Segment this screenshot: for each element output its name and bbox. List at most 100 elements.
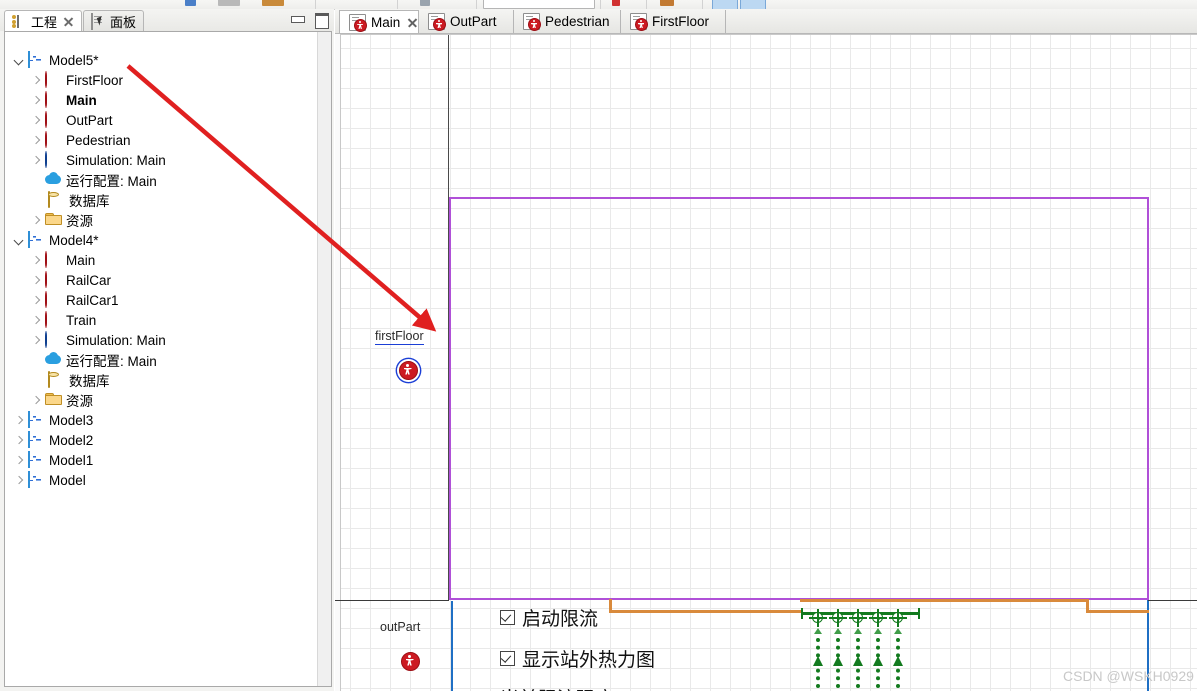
tree-item-[interactable]: 资源 bbox=[30, 210, 93, 230]
close-icon[interactable] bbox=[407, 17, 409, 28]
tree-item-label: FirstFloor bbox=[66, 72, 123, 88]
source-cross-vertical bbox=[897, 609, 899, 627]
tree-item-label: 数据库 bbox=[69, 374, 110, 389]
chevron-right-icon[interactable] bbox=[30, 254, 43, 267]
chevron-right-icon[interactable] bbox=[30, 334, 43, 347]
editor-tab-main[interactable]: Main bbox=[339, 10, 419, 33]
cursor-glyph bbox=[93, 14, 107, 29]
tree-scrollbar[interactable] bbox=[317, 32, 331, 686]
chevron-down-icon[interactable] bbox=[13, 234, 26, 247]
database-icon bbox=[45, 191, 64, 208]
tree-item-outpart[interactable]: OutPart bbox=[30, 110, 113, 130]
canvas-node-label-firstfloor[interactable]: firstFloor bbox=[375, 329, 424, 345]
agent-icon bbox=[45, 131, 61, 148]
agent-icon bbox=[45, 71, 61, 88]
checkbox-row-2[interactable]: 当前限流强度 bbox=[500, 684, 614, 691]
checkbox-row-0[interactable]: 启动限流 bbox=[500, 604, 598, 631]
project-panel-tabbar: 工程 面板 bbox=[0, 9, 334, 32]
tree-item-model5[interactable]: Model5* bbox=[13, 50, 99, 70]
editor-tab-label: Main bbox=[371, 14, 401, 30]
chevron-right-icon[interactable] bbox=[30, 134, 43, 147]
chevron-right-icon[interactable] bbox=[30, 274, 43, 287]
toolbar-icon-run[interactable] bbox=[612, 0, 620, 6]
chevron-right-icon[interactable] bbox=[30, 394, 43, 407]
chevron-right-icon[interactable] bbox=[13, 474, 26, 487]
chevron-right-icon[interactable] bbox=[30, 214, 43, 227]
tree-item-[interactable]: 资源 bbox=[30, 390, 93, 410]
agent-page-icon bbox=[523, 13, 541, 31]
tree-item-railcar[interactable]: RailCar bbox=[30, 270, 111, 290]
tree-item-[interactable]: 数据库 bbox=[30, 190, 110, 210]
tree-item-train[interactable]: Train bbox=[30, 310, 96, 330]
tree-item-model1[interactable]: Model1 bbox=[13, 450, 93, 470]
tree-item-[interactable]: 数据库 bbox=[30, 370, 110, 390]
tree-item-main[interactable]: 运行配置: Main bbox=[30, 170, 157, 190]
tree-item-simulation-main[interactable]: Simulation: Main bbox=[30, 150, 166, 170]
flow-caret-icon bbox=[893, 627, 903, 634]
checkbox-row-1[interactable]: 显示站外热力图 bbox=[500, 645, 655, 672]
tree-item-simulation-main[interactable]: Simulation: Main bbox=[30, 330, 166, 350]
minimize-icon[interactable] bbox=[290, 12, 305, 26]
toolbar-icon-4[interactable] bbox=[420, 0, 430, 6]
chevron-right-icon[interactable] bbox=[30, 114, 43, 127]
tree-item-model4[interactable]: Model4* bbox=[13, 230, 99, 250]
chevron-right-icon[interactable] bbox=[13, 454, 26, 467]
tree-item-main[interactable]: 运行配置: Main bbox=[30, 350, 157, 370]
tree-item-model3[interactable]: Model3 bbox=[13, 410, 93, 430]
toolbar-separator-2 bbox=[397, 0, 398, 9]
model-glyph bbox=[28, 451, 30, 468]
chevron-right-icon[interactable] bbox=[30, 314, 43, 327]
chevron-right-icon[interactable] bbox=[30, 94, 43, 107]
tree-item-model2[interactable]: Model2 bbox=[13, 430, 93, 450]
tree-item-main[interactable]: Main bbox=[30, 250, 95, 270]
toolbar-combo[interactable] bbox=[483, 0, 595, 9]
chevron-down-icon[interactable] bbox=[13, 54, 26, 67]
tree-item-model[interactable]: Model bbox=[13, 470, 86, 490]
canvas-node-icon-outpart[interactable] bbox=[401, 652, 420, 671]
tree-item-label: Model2 bbox=[49, 432, 94, 448]
flow-caret-icon bbox=[833, 627, 843, 634]
panel-tab-project[interactable]: 工程 bbox=[4, 10, 83, 32]
chevron-right-icon[interactable] bbox=[30, 154, 43, 167]
tree-item-railcar1[interactable]: RailCar1 bbox=[30, 290, 119, 310]
project-tree[interactable]: Model5* FirstFloor Main OutPart Pedestrian Si… bbox=[4, 31, 332, 687]
maximize-icon[interactable] bbox=[314, 12, 329, 29]
close-icon[interactable] bbox=[63, 16, 74, 27]
chevron-right-icon[interactable] bbox=[30, 74, 43, 87]
diagram-canvas[interactable]: firstFloor outPart 启动限流显示站外热力图当前限流强度 bbox=[335, 34, 1197, 691]
chevron-right-icon[interactable] bbox=[13, 414, 26, 427]
agent-page-icon bbox=[630, 13, 648, 31]
tree-item-pedestrian[interactable]: Pedestrian bbox=[30, 130, 131, 150]
editor-tab-firstfloor[interactable]: FirstFloor bbox=[621, 10, 726, 33]
agent-glyph bbox=[45, 71, 47, 88]
checkbox-checked-icon[interactable] bbox=[500, 610, 515, 625]
model-icon bbox=[28, 471, 44, 488]
toolbar-icon-3[interactable] bbox=[262, 0, 284, 6]
tree-item-label: 数据库 bbox=[69, 194, 110, 209]
tree-item-label: Train bbox=[66, 312, 97, 328]
toolbar-icon-5[interactable] bbox=[660, 0, 674, 6]
editor-tab-outpart[interactable]: OutPart bbox=[419, 10, 514, 33]
floor-boundary-rect[interactable] bbox=[449, 197, 1149, 600]
canvas-node-icon-firstfloor[interactable] bbox=[399, 361, 418, 380]
flow-caret-icon bbox=[853, 627, 863, 634]
editor-tab-label: OutPart bbox=[450, 14, 497, 29]
source-cross-vertical bbox=[817, 609, 819, 627]
panel-tab-palette[interactable]: 面板 bbox=[83, 10, 145, 32]
toolbar-icon-2[interactable] bbox=[218, 0, 240, 6]
chevron-right-icon[interactable] bbox=[30, 294, 43, 307]
chevron-right-icon[interactable] bbox=[13, 434, 26, 447]
toolbar-icon-1[interactable] bbox=[185, 0, 196, 6]
guide-line-horizontal bbox=[335, 600, 449, 601]
canvas-node-label-outpart[interactable]: outPart bbox=[380, 620, 420, 634]
checkbox-checked-icon[interactable] bbox=[500, 651, 515, 666]
editor-tab-pedestrian[interactable]: Pedestrian bbox=[514, 10, 621, 33]
agent-icon bbox=[45, 91, 61, 108]
flow-arrow-icon bbox=[873, 656, 883, 666]
tree-item-label: 资源 bbox=[66, 394, 93, 409]
tree-item-firstfloor[interactable]: FirstFloor bbox=[30, 70, 123, 90]
editor-tabbar: Main OutPart Pedestrian FirstFloor bbox=[335, 9, 1197, 34]
tree-item-main[interactable]: Main bbox=[30, 90, 97, 110]
source-cross-vertical bbox=[857, 609, 859, 627]
